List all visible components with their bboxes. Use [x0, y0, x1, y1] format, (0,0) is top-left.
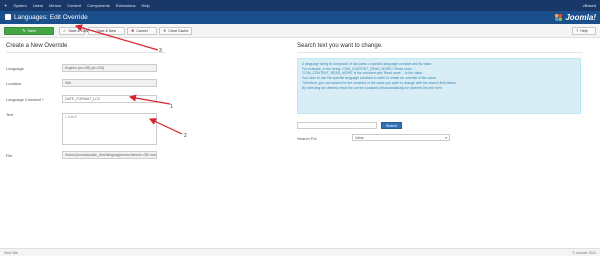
text-label: Text [6, 112, 14, 117]
menu-components[interactable]: Components [87, 3, 110, 8]
joomla-logo-icon [555, 13, 563, 22]
menu-content[interactable]: Content [67, 3, 81, 8]
annotation-number-2: 2 [184, 133, 187, 139]
search-for-label: Search For [297, 136, 317, 141]
right-heading-divider [297, 52, 583, 53]
search-for-select[interactable]: Value ▾ [352, 134, 450, 141]
save-label: Save [27, 29, 36, 33]
admin-menu-bar: ✦ System Users Menus Content Components … [0, 0, 600, 11]
help-button[interactable]: ? Help [572, 27, 596, 35]
status-footer: View Site © Joomla! 2024 [0, 248, 600, 256]
annotation-number-3: 3 [159, 48, 162, 54]
info-line: By selecting the desired result the corr… [302, 85, 443, 90]
page-title: Languages: Edit Override [14, 14, 88, 21]
comment-icon [5, 14, 11, 20]
menu-extensions[interactable]: Extensions [116, 3, 136, 8]
save-button[interactable]: ✎ Save [4, 27, 54, 35]
menu-help[interactable]: Help [141, 3, 149, 8]
joomla-menu-icon[interactable]: ✦ [4, 3, 7, 8]
plus-icon: + [92, 28, 95, 33]
save-new-button[interactable]: + Save & New [88, 27, 125, 35]
language-constant-input[interactable]: DATE_FORMAT_LC2 [62, 95, 157, 103]
file-field: /home/joomla/public_html/language/overri… [62, 151, 157, 159]
toolbar: ✎ Save ✓ Save & Close + Save & New ✖ Can… [0, 24, 600, 38]
page-header: Languages: Edit Override [0, 11, 600, 24]
language-field: English (en-GB) [en-GB] [62, 64, 157, 72]
menu-users[interactable]: Users [33, 3, 43, 8]
save-new-label: Save & New [96, 29, 117, 33]
save-icon: ✎ [22, 28, 26, 33]
location-label: Location [6, 81, 22, 86]
cancel-label: Cancel [136, 29, 148, 33]
copyright-text: © Joomla! 2024 [572, 250, 596, 255]
language-label: Language [6, 66, 24, 71]
text-textarea[interactable]: l, d.m.Y [62, 113, 157, 145]
search-heading: Search text you want to change. [297, 43, 383, 49]
clear-cache-label: Clear Cache [168, 29, 189, 33]
create-override-heading: Create a New Override [6, 43, 68, 49]
save-close-button[interactable]: ✓ Save & Close [59, 27, 90, 35]
location-field: Site [62, 79, 157, 87]
check-icon: ✓ [63, 28, 67, 33]
save-close-label: Save & Close [68, 29, 91, 33]
question-icon: ? [576, 28, 579, 33]
menu-system[interactable]: System [13, 3, 26, 8]
clear-cache-button[interactable]: ✕ Clear Cache [159, 27, 192, 35]
joomla-logo-text: Joomla! [565, 13, 596, 22]
search-button[interactable]: Search [381, 122, 402, 129]
language-constant-label: Language Constant * [6, 97, 44, 102]
user-menu[interactable]: vBased [583, 3, 596, 8]
chevron-down-icon: ▾ [445, 135, 447, 140]
delete-icon: ✕ [163, 28, 167, 33]
cancel-icon: ✖ [131, 28, 135, 33]
admin-menu: ✦ System Users Menus Content Components … [0, 3, 150, 8]
file-label: File [6, 153, 13, 158]
joomla-logo: Joomla! [554, 12, 596, 23]
left-heading-divider [6, 52, 166, 53]
cancel-button[interactable]: ✖ Cancel [127, 27, 157, 35]
annotation-number-1: 1 [170, 104, 173, 110]
help-label: Help [580, 29, 588, 33]
search-input[interactable] [297, 122, 377, 129]
info-message: A language string is composed of two par… [297, 58, 581, 114]
view-site-link[interactable]: View Site [4, 251, 18, 255]
menu-menus[interactable]: Menus [49, 3, 61, 8]
search-for-value: Value [355, 135, 364, 140]
